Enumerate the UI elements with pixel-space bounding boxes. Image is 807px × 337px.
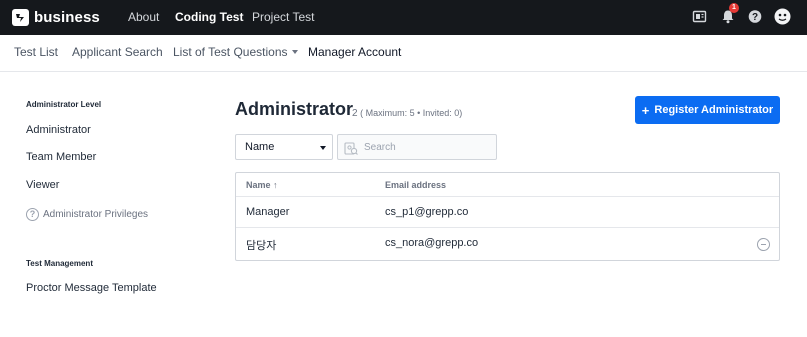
nav-coding-test[interactable]: Coding Test — [175, 10, 243, 24]
brand-name: business — [34, 8, 100, 26]
chevron-down-icon — [320, 146, 326, 150]
subnav-applicant-search[interactable]: Applicant Search — [72, 45, 163, 59]
admin-privileges-link[interactable]: ? Administrator Privileges — [26, 208, 148, 221]
logo-icon — [12, 8, 29, 26]
subnav-test-list[interactable]: Test List — [14, 45, 58, 59]
search-placeholder: Search — [364, 142, 396, 153]
top-bar: business About Coding Test Project Test … — [0, 0, 807, 35]
nav-about[interactable]: About — [128, 10, 159, 24]
sub-nav: Test List Applicant Search List of Test … — [0, 35, 807, 72]
avatar[interactable] — [774, 8, 791, 30]
subnav-manager-account[interactable]: Manager Account — [308, 45, 401, 59]
register-administrator-label: Register Administrator — [654, 104, 774, 116]
manual-icon[interactable] — [692, 9, 707, 29]
admin-table: Name ↑ Email address Manager cs_p1@grepp… — [235, 172, 780, 261]
nav-project-test[interactable]: Project Test — [252, 10, 314, 24]
filter-select[interactable]: Name — [235, 134, 333, 160]
table-header: Name ↑ Email address — [236, 173, 779, 197]
table-row: Manager cs_p1@grepp.co — [236, 197, 779, 228]
admin-privileges-label: Administrator Privileges — [43, 209, 149, 220]
admin-limit-text: ( Maximum: 5 • Invited: 0) — [360, 108, 463, 118]
sidebar-item-viewer[interactable]: Viewer — [26, 179, 59, 191]
row-email: cs_nora@grepp.co — [385, 237, 479, 249]
sidebar-heading-admin-level: Administrator Level — [26, 100, 102, 109]
svg-text:?: ? — [752, 12, 758, 23]
remove-icon[interactable] — [757, 238, 770, 251]
search-input[interactable]: Search — [337, 134, 497, 160]
row-name: Manager — [246, 206, 290, 218]
help-icon[interactable]: ? — [748, 9, 762, 29]
subnav-test-questions-label: List of Test Questions — [173, 45, 288, 59]
row-name: 담당자 — [246, 240, 277, 252]
column-header-email: Email address — [385, 180, 447, 190]
plus-icon: + — [641, 102, 650, 118]
sidebar-item-administrator[interactable]: Administrator — [26, 124, 91, 136]
sidebar-heading-test-management: Test Management — [26, 259, 93, 268]
sidebar-item-team-member[interactable]: Team Member — [26, 151, 96, 163]
notification-badge: 1 — [729, 3, 739, 13]
admin-count-summary: 2 ( Maximum: 5 • Invited: 0) — [352, 108, 462, 119]
sidebar-item-proctor-template[interactable]: Proctor Message Template — [26, 282, 157, 294]
column-header-name[interactable]: Name ↑ — [246, 180, 278, 190]
row-email: cs_p1@grepp.co — [385, 206, 469, 218]
contact-search-icon — [343, 140, 359, 161]
register-administrator-button[interactable]: + Register Administrator — [635, 96, 780, 124]
page-title: Administrator — [235, 99, 354, 119]
chevron-down-icon — [291, 49, 298, 54]
admin-count: 2 — [352, 108, 358, 119]
question-icon: ? — [26, 208, 39, 221]
filter-select-value: Name — [245, 141, 275, 153]
brand-logo[interactable]: business — [12, 7, 100, 27]
subnav-test-questions[interactable]: List of Test Questions — [173, 45, 298, 59]
table-row: 담당자 cs_nora@grepp.co — [236, 228, 779, 259]
